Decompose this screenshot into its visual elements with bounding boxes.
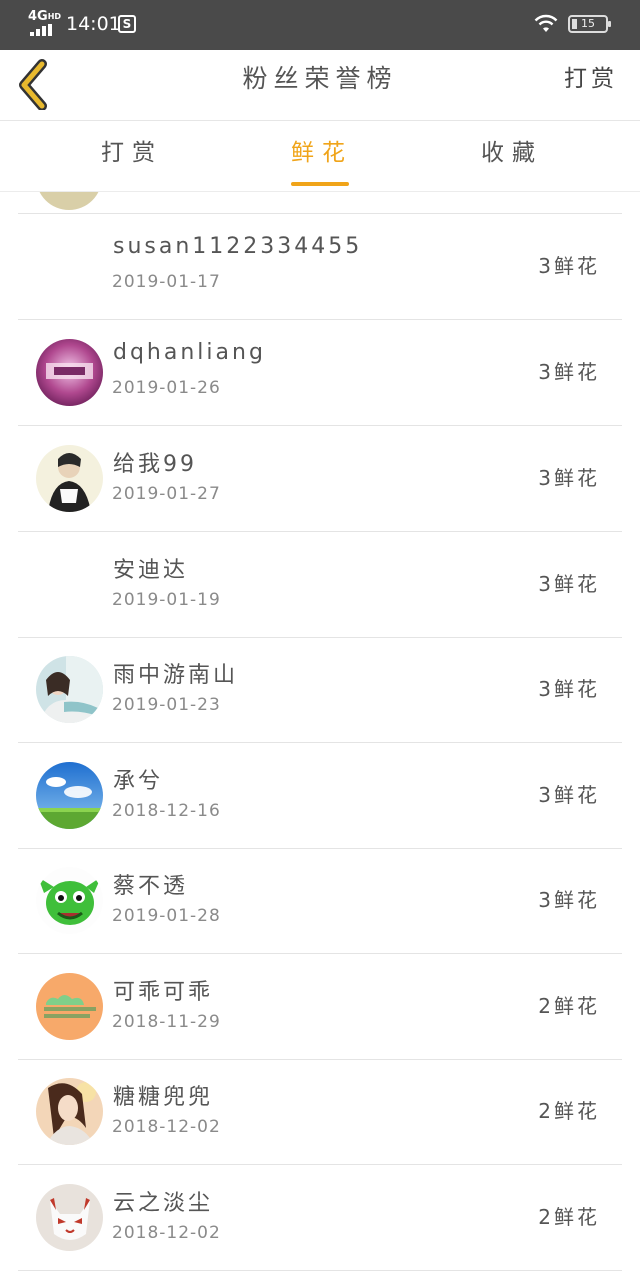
fan-date: 2019-01-26	[112, 378, 221, 398]
list-item[interactable]: susan1122334455 2019-01-17 3鲜花	[18, 214, 622, 320]
person-avatar[interactable]	[36, 445, 103, 512]
fan-name: 蔡不透	[113, 874, 189, 899]
list-item[interactable]: 承兮 2018-12-16 3鲜花	[18, 743, 622, 849]
list-item[interactable]: 雨中游南山 2019-01-23 3鲜花	[18, 637, 622, 743]
fan-name: susan1122334455	[113, 234, 363, 259]
list-item[interactable]: 安迪达 2019-01-19 3鲜花	[18, 532, 622, 638]
network-label: 4G	[28, 9, 48, 24]
fan-name: 可乖可乖	[113, 980, 214, 1005]
fan-ranking-list[interactable]: susan1122334455 2019-01-17 3鲜花 dqhanlian…	[0, 192, 640, 1276]
tab-favorites[interactable]: 收藏	[452, 121, 572, 185]
fan-date: 2018-12-02	[112, 1223, 221, 1243]
list-item[interactable]: dqhanliang 2019-01-26 3鲜花	[18, 320, 622, 426]
fan-date: 2019-01-17	[112, 272, 221, 292]
flower-count: 2鲜花	[538, 994, 600, 1018]
fan-date: 2018-12-16	[112, 801, 221, 821]
reward-button[interactable]: 打赏	[564, 50, 618, 108]
sky-avatar[interactable]	[36, 762, 103, 829]
wifi-icon	[534, 14, 558, 32]
list-item[interactable]: 云之淡尘 2018-12-02 2鲜花	[18, 1165, 622, 1271]
fan-date: 2019-01-27	[112, 484, 221, 504]
flower-count: 3鲜花	[538, 254, 600, 278]
woman-avatar[interactable]	[36, 1078, 103, 1145]
battery-icon: 15	[568, 15, 611, 33]
active-tab-indicator	[291, 182, 349, 186]
flower-count: 3鲜花	[538, 466, 600, 490]
tab-flowers[interactable]: 鲜花	[262, 121, 382, 185]
flower-count: 2鲜花	[538, 1099, 600, 1123]
fan-date: 2019-01-19	[112, 590, 221, 610]
fan-date: 2018-11-29	[112, 1012, 221, 1032]
fan-name: 安迪达	[113, 558, 189, 583]
flower-count: 2鲜花	[538, 1205, 600, 1229]
fan-date: 2019-01-23	[112, 695, 221, 715]
list-item[interactable]: 可乖可乖 2018-11-29 2鲜花	[18, 954, 622, 1060]
flower-count: 3鲜花	[538, 572, 600, 596]
green-cartoon-avatar[interactable]	[36, 867, 103, 934]
fan-date: 2019-01-28	[112, 906, 221, 926]
purple-avatar[interactable]	[36, 339, 103, 406]
notification-app-icon: S	[118, 15, 136, 33]
flower-count: 3鲜花	[538, 677, 600, 701]
fan-name: 糖糖兜兜	[113, 1085, 214, 1110]
tab-reward[interactable]: 打赏	[72, 121, 192, 185]
flower-count: 3鲜花	[538, 783, 600, 807]
network-sup: HD	[47, 12, 62, 21]
fan-name: dqhanliang	[113, 340, 266, 365]
girl-avatar[interactable]	[36, 656, 103, 723]
flower-count: 3鲜花	[538, 888, 600, 912]
fan-name: 云之淡尘	[113, 1191, 214, 1216]
navigation-bar: 粉丝荣誉榜 打赏	[0, 50, 640, 121]
fan-name: 雨中游南山	[113, 663, 239, 688]
fan-name: 给我99	[113, 452, 197, 477]
fan-date: 2018-12-02	[112, 1117, 221, 1137]
list-item[interactable]: 给我99 2019-01-27 3鲜花	[18, 426, 622, 532]
fox-mask-avatar[interactable]	[36, 1184, 103, 1251]
list-item[interactable]: 糖糖兜兜 2018-12-02 2鲜花	[18, 1059, 622, 1165]
status-bar: 4GHD 14:01 S 15	[0, 0, 640, 50]
list-item[interactable]: 蔡不透 2019-01-28 3鲜花	[18, 848, 622, 954]
signal-icon	[30, 24, 58, 36]
network-indicator: 4GHD	[28, 9, 62, 24]
clock: 14:01	[66, 13, 121, 35]
list-item-partial[interactable]	[18, 192, 622, 214]
flower-count: 3鲜花	[538, 360, 600, 384]
avatar	[36, 192, 102, 210]
orange-avatar[interactable]	[36, 973, 103, 1040]
page-title: 粉丝荣誉榜	[242, 64, 398, 93]
fan-name: 承兮	[113, 769, 164, 794]
battery-level: 15	[581, 17, 595, 30]
